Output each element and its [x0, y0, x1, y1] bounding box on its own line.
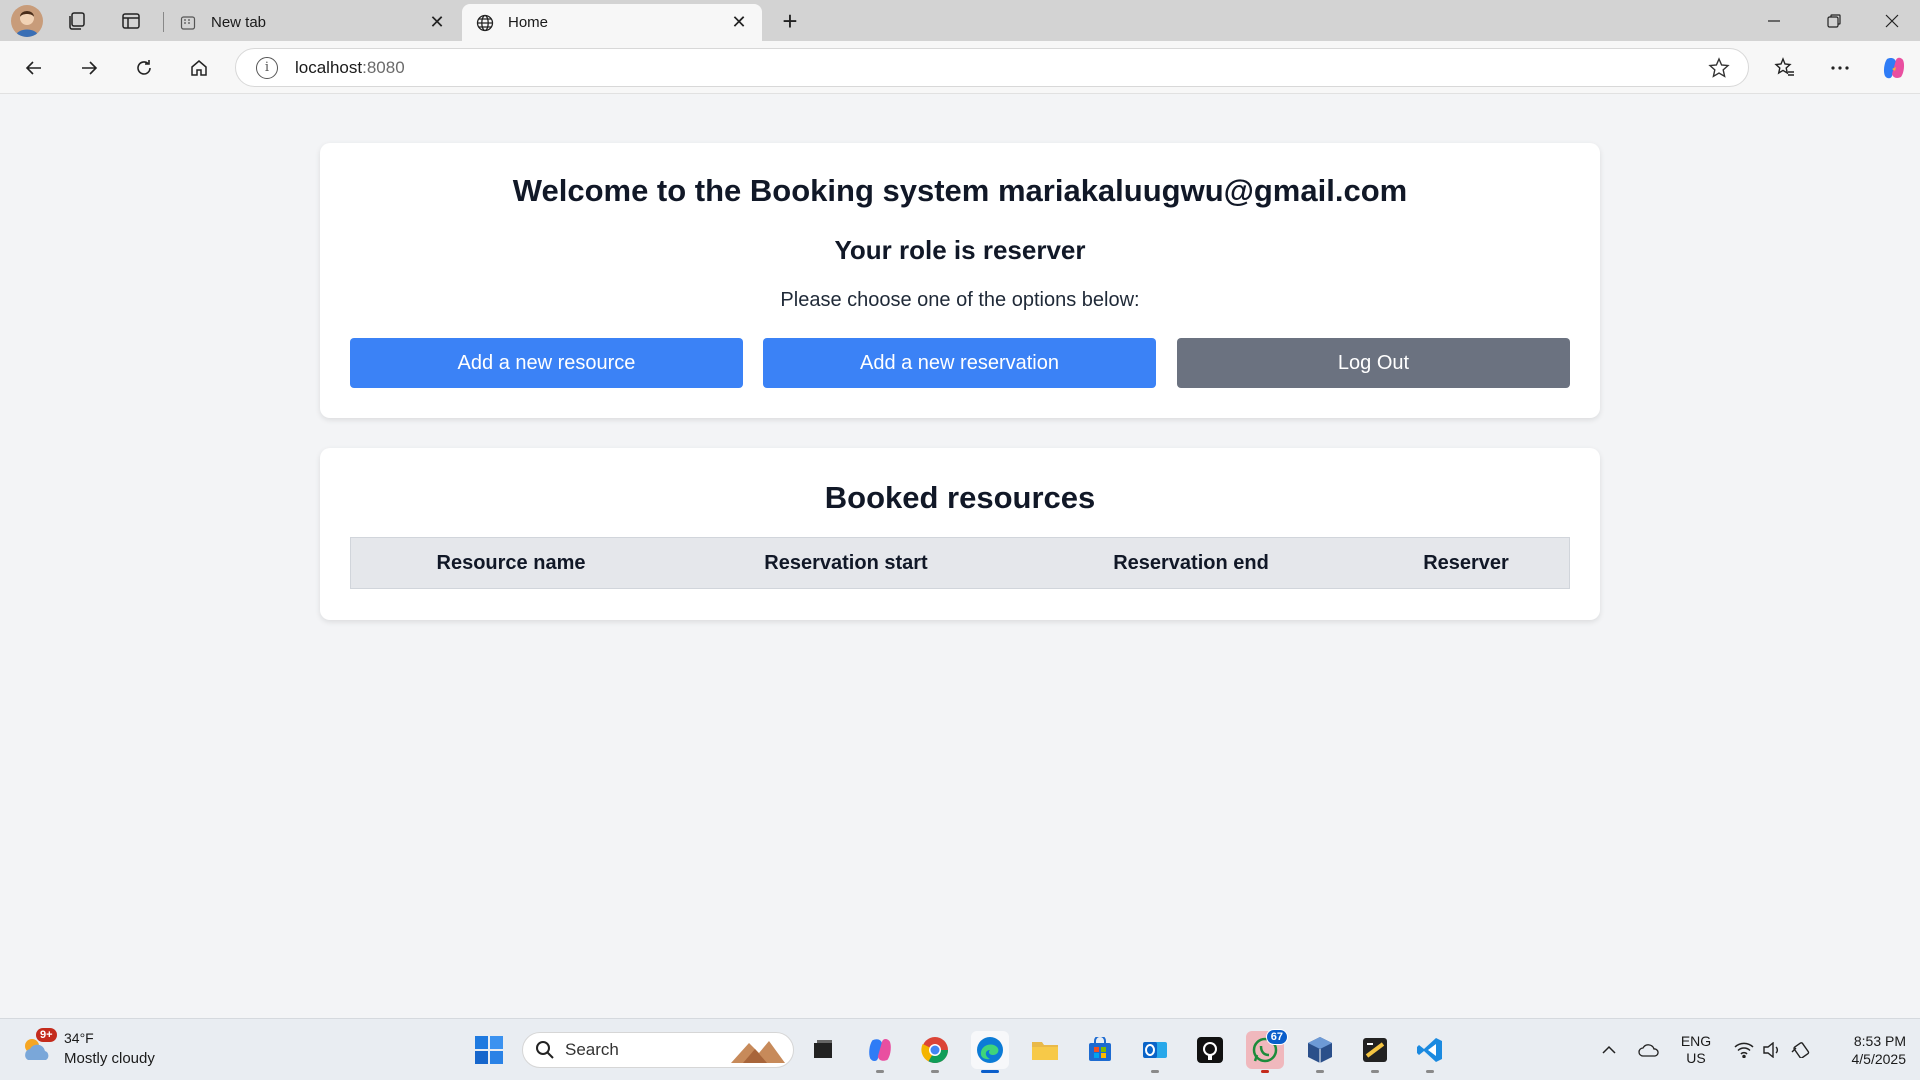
language-code: ENG	[1680, 1033, 1712, 1049]
running-indicator	[931, 1070, 939, 1073]
close-tab-icon[interactable]: ✕	[428, 12, 446, 32]
address-toolbar: i localhost :8080	[0, 41, 1920, 94]
file-explorer-icon[interactable]	[1026, 1031, 1064, 1069]
clock-time: 8:53 PM	[1853, 1033, 1906, 1049]
region-code: US	[1686, 1050, 1706, 1066]
booked-resources-table-header: Resource name Reservation start Reservat…	[350, 537, 1570, 589]
start-button[interactable]	[470, 1031, 508, 1069]
search-highlight-icon	[729, 1037, 787, 1070]
whatsapp-badge: 67	[1265, 1029, 1288, 1045]
instruction-text: Please choose one of the options below:	[780, 289, 1140, 311]
running-indicator	[1261, 1070, 1269, 1073]
favorites-button[interactable]	[1769, 52, 1801, 84]
back-button[interactable]	[18, 52, 50, 84]
clock-date: 4/5/2025	[1851, 1051, 1907, 1067]
column-header-reservation-end: Reservation end	[1113, 551, 1269, 574]
running-indicator	[981, 1070, 999, 1073]
column-header-resource-name: Resource name	[436, 551, 586, 574]
battery-icon[interactable]	[1788, 1019, 1814, 1080]
weather-alert-badge: 9+	[36, 1028, 57, 1042]
volume-icon[interactable]	[1760, 1019, 1784, 1080]
microsoft-store-icon[interactable]	[1081, 1031, 1119, 1069]
wifi-icon[interactable]	[1732, 1019, 1756, 1080]
chrome-icon[interactable]	[916, 1031, 954, 1073]
column-header-reserver: Reserver	[1423, 551, 1509, 574]
logout-button[interactable]: Log Out	[1177, 338, 1570, 388]
home-button[interactable]	[183, 52, 215, 84]
input-language[interactable]: ENG US	[1676, 1019, 1716, 1080]
tab-new-tab[interactable]: New tab ✕	[165, 4, 460, 41]
copilot-icon[interactable]	[1878, 52, 1910, 84]
role-heading: Your role is reserver	[834, 235, 1086, 265]
globe-icon	[476, 14, 494, 32]
running-indicator	[876, 1070, 884, 1073]
tab-separator	[163, 12, 164, 32]
collections-icon[interactable]	[63, 7, 91, 35]
task-view-icon[interactable]	[804, 1031, 842, 1069]
url-port: :8080	[362, 57, 405, 77]
browser-tab-bar: New tab ✕ Home ✕ +	[0, 0, 1920, 41]
booked-resources-title: Booked resources	[824, 480, 1096, 515]
page-title: Welcome to the Booking system mariakaluu…	[512, 173, 1408, 208]
close-tab-icon[interactable]: ✕	[730, 12, 748, 32]
weather-temperature: 34°F	[64, 1030, 94, 1046]
taskbar-search[interactable]: Search	[522, 1032, 794, 1068]
windows-taskbar: 9+ 34°F Mostly cloudy Search 67 ENG US 8…	[0, 1018, 1920, 1080]
tab-title: Home	[508, 14, 549, 31]
tab-title: New tab	[211, 14, 267, 31]
system-clock[interactable]: 8:53 PM 4/5/2025	[1826, 1019, 1907, 1080]
running-indicator	[1426, 1070, 1434, 1073]
virtualbox-icon[interactable]	[1301, 1031, 1339, 1073]
more-menu-icon[interactable]	[1824, 52, 1856, 84]
search-label: Search	[565, 1040, 619, 1059]
tab-home[interactable]: Home ✕	[462, 4, 762, 41]
add-resource-button[interactable]: Add a new resource	[350, 338, 743, 388]
site-info-icon[interactable]: i	[256, 56, 278, 79]
url-host: localhost	[295, 57, 363, 77]
running-indicator	[1371, 1070, 1379, 1073]
search-icon	[535, 1040, 555, 1060]
newtab-icon	[179, 14, 197, 32]
profile-avatar[interactable]	[11, 5, 43, 37]
vertical-tabs-icon[interactable]	[117, 7, 145, 35]
column-header-reservation-start: Reservation start	[764, 551, 928, 574]
edge-icon[interactable]	[971, 1031, 1009, 1073]
forward-button[interactable]	[73, 52, 105, 84]
booked-resources-card: Booked resources Resource name Reservati…	[320, 448, 1600, 620]
vscode-icon[interactable]	[1411, 1031, 1449, 1073]
weather-widget[interactable]: 9+ 34°F Mostly cloudy	[20, 1028, 200, 1072]
github-icon[interactable]	[1191, 1031, 1229, 1069]
refresh-button[interactable]	[128, 52, 160, 84]
running-indicator	[1151, 1070, 1159, 1073]
whatsapp-icon[interactable]: 67	[1246, 1029, 1288, 1073]
restore-button[interactable]	[1806, 0, 1862, 41]
new-tab-button[interactable]: +	[776, 6, 804, 36]
terminal-app-icon[interactable]	[1356, 1031, 1394, 1073]
show-hidden-icons-chevron[interactable]	[1598, 1019, 1620, 1080]
outlook-icon[interactable]	[1136, 1031, 1174, 1073]
page-viewport: Welcome to the Booking system mariakaluu…	[0, 94, 1920, 1018]
address-bar[interactable]: i localhost :8080	[235, 48, 1749, 87]
copilot-app-icon[interactable]	[861, 1031, 899, 1073]
add-reservation-button[interactable]: Add a new reservation	[763, 338, 1156, 388]
running-indicator	[1316, 1070, 1324, 1073]
onedrive-cloud-icon[interactable]	[1636, 1019, 1662, 1080]
welcome-card: Welcome to the Booking system mariakaluu…	[320, 143, 1600, 418]
close-window-button[interactable]	[1864, 0, 1920, 41]
minimize-button[interactable]	[1746, 0, 1802, 41]
favorite-star-icon[interactable]	[1708, 57, 1730, 79]
weather-description: Mostly cloudy	[64, 1050, 155, 1067]
